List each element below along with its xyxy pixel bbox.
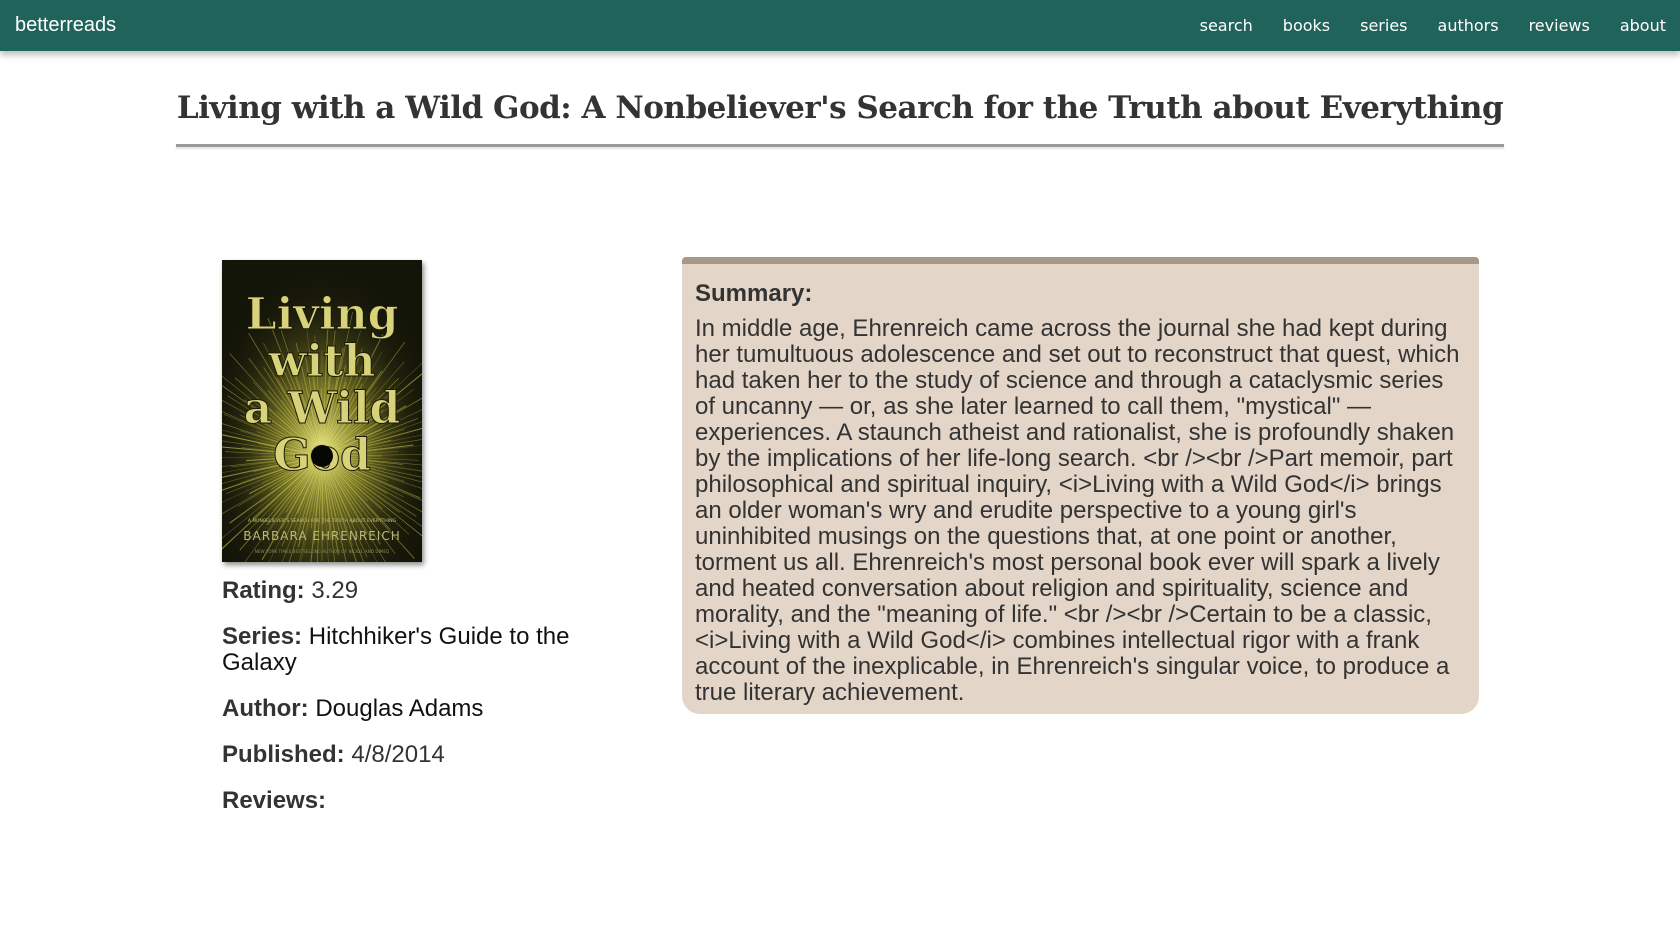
cover-subtitle: A NONBELIEVER'S SEARCH FOR THE TRUTH ABO… (248, 518, 397, 524)
reviews-row: Reviews: (222, 788, 602, 814)
author-row: Author: Douglas Adams (222, 696, 602, 722)
published-value: 4/8/2014 (351, 741, 445, 768)
cover-dark-orb (311, 445, 333, 467)
author-link[interactable]: Douglas Adams (315, 695, 483, 722)
cover-author: BARBARA EHRENREICH (243, 529, 400, 543)
top-navbar: betterreads search books series authors … (0, 0, 1680, 51)
summary-card: Summary: In middle age, Ehrenreich came … (682, 257, 1479, 714)
nav-link-about[interactable]: about (1605, 16, 1680, 35)
cover-title-line-1: Living (246, 289, 399, 340)
title-divider (176, 144, 1504, 147)
published-label: Published: (222, 741, 345, 768)
cover-title-line-2: with (268, 336, 376, 387)
reviews-label: Reviews: (222, 787, 327, 814)
rating-row: Rating: 3.29 (222, 578, 602, 604)
series-label: Series: (222, 623, 303, 650)
summary-heading: Summary: (695, 280, 813, 307)
summary-text: In middle age, Ehrenreich came across th… (695, 315, 1460, 706)
rating-label: Rating: (222, 577, 305, 604)
rating-value: 3.29 (311, 577, 359, 604)
nav-link-authors[interactable]: authors (1423, 16, 1514, 35)
page-title: Living with a Wild God: A Nonbeliever's … (176, 90, 1504, 126)
book-cover-image: Living with a Wild God A NONBELIEVER'S S… (222, 260, 422, 562)
published-row: Published: 4/8/2014 (222, 742, 602, 768)
series-row: Series: Hitchhiker's Guide to the Galaxy (222, 624, 602, 676)
nav-links: search books series authors reviews abou… (1185, 0, 1680, 51)
nav-link-series[interactable]: series (1345, 16, 1422, 35)
book-details: Rating: 3.29 Series: Hitchhiker's Guide … (222, 578, 602, 834)
nav-link-reviews[interactable]: reviews (1514, 16, 1605, 35)
author-label: Author: (222, 695, 309, 722)
brand-link[interactable]: betterreads (15, 14, 116, 37)
nav-link-books[interactable]: books (1268, 16, 1345, 35)
cover-title-line-3: a Wild (244, 383, 401, 434)
cover-tagline: NEW YORK TIMES BESTSELLING AUTHOR OF NIC… (255, 549, 390, 554)
nav-link-search[interactable]: search (1185, 16, 1268, 35)
